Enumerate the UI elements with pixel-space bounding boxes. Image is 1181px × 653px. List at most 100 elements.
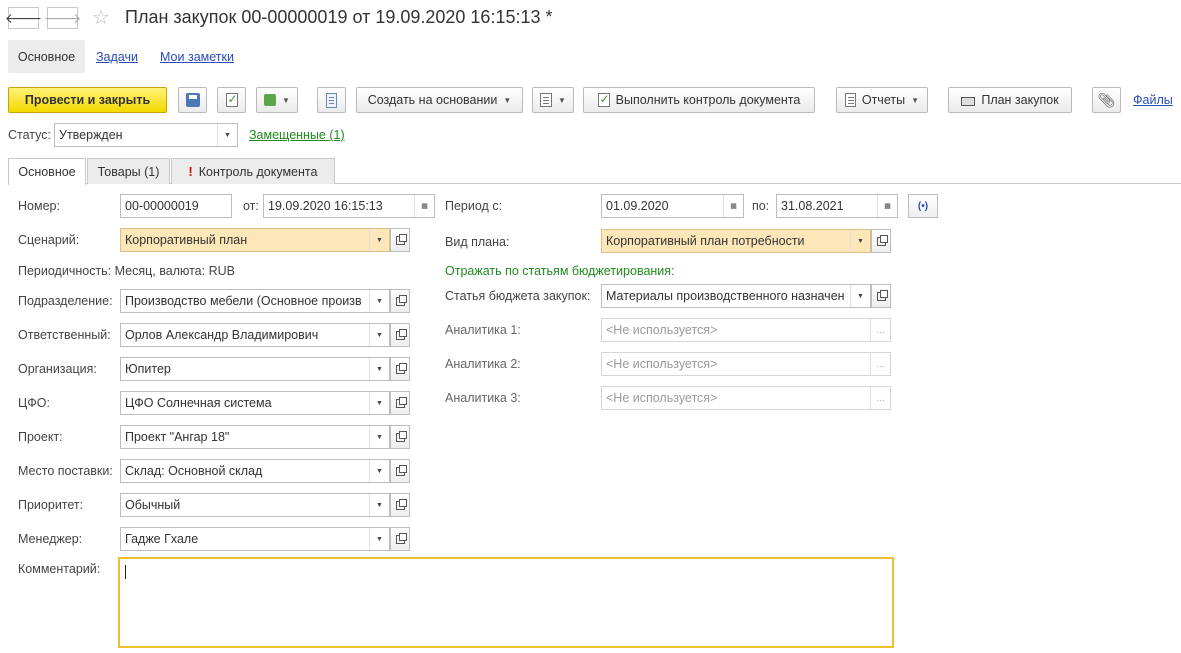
chevron-down-icon[interactable]: ▼ [850, 285, 870, 307]
periodicity-text: Периодичность: Месяц, валюта: RUB [18, 264, 235, 278]
responsible-open-button[interactable] [390, 323, 410, 347]
budget-item-value: Материалы производственного назначен [606, 289, 845, 303]
chevron-down-icon[interactable]: ▼ [369, 358, 389, 380]
section-tasks[interactable]: Задачи [96, 50, 138, 64]
delivery-open-button[interactable] [390, 459, 410, 483]
period-from-field[interactable]: 01.09.2020 ▦ [601, 194, 744, 218]
chevron-down-icon: ▼ [503, 95, 512, 105]
delivery-select[interactable]: Склад: Основной склад ▼ [120, 459, 390, 483]
calendar-icon[interactable]: ▦ [877, 195, 897, 217]
manager-open-button[interactable] [390, 527, 410, 551]
analytics2-field: <Не используется> ... [601, 352, 891, 376]
save-button[interactable] [178, 87, 207, 113]
open-icon [395, 396, 407, 408]
open-icon [876, 289, 888, 301]
files-link[interactable]: Файлы [1133, 93, 1173, 107]
delivery-value: Склад: Основной склад [125, 464, 263, 478]
ellipsis-icon: ... [870, 319, 890, 341]
text-cursor [125, 565, 126, 579]
period-select-button[interactable]: (•) [908, 194, 938, 218]
date-field[interactable]: 19.09.2020 16:15:13 ▦ [263, 194, 435, 218]
organization-select[interactable]: Юпитер ▼ [120, 357, 390, 381]
page-title: План закупок 00-00000019 от 19.09.2020 1… [125, 7, 553, 27]
period-from-label: Период с: [445, 199, 503, 213]
copy-icon [264, 94, 277, 106]
structure-menu-button[interactable]: ▼ [532, 87, 574, 113]
section-main[interactable]: Основное [8, 40, 85, 73]
attach-button[interactable]: 📎︎ [1092, 87, 1121, 113]
period-to-label: по: [752, 199, 770, 213]
tab-main[interactable]: Основное [8, 158, 86, 185]
check-document-button[interactable]: Выполнить контроль документа [583, 87, 815, 113]
warning-icon: ! [188, 164, 193, 179]
responsible-select[interactable]: Орлов Александр Владимирович ▼ [120, 323, 390, 347]
analytics2-label: Аналитика 2: [445, 357, 521, 371]
document-structure-icon [540, 93, 553, 107]
chevron-down-icon[interactable]: ▼ [850, 230, 870, 252]
priority-select[interactable]: Обычный ▼ [120, 493, 390, 517]
period-to-value: 31.08.2021 [781, 199, 844, 213]
period-to-field[interactable]: 31.08.2021 ▦ [776, 194, 898, 218]
project-value: Проект "Ангар 18" [125, 430, 230, 444]
purchase-plan-label: План закупок [981, 93, 1059, 107]
project-select[interactable]: Проект "Ангар 18" ▼ [120, 425, 390, 449]
scenario-select[interactable]: Корпоративный план ▼ [120, 228, 390, 252]
status-label: Статус: [8, 128, 51, 142]
print-purchase-plan-button[interactable]: План закупок [948, 87, 1072, 113]
chevron-down-icon[interactable]: ▼ [369, 290, 389, 312]
post-and-close-button[interactable]: Провести и закрыть [8, 87, 167, 113]
organization-open-button[interactable] [390, 357, 410, 381]
printer-icon [961, 97, 976, 106]
post-button[interactable] [217, 87, 246, 113]
department-open-button[interactable] [390, 289, 410, 313]
tab-document-control[interactable]: ! Контроль документа [171, 158, 335, 184]
create-based-on-button[interactable]: Создать на основании ▼ [356, 87, 523, 113]
tab-document-control-label: Контроль документа [198, 164, 318, 179]
reports-button[interactable]: Отчеты ▼ [836, 87, 928, 113]
cfo-select[interactable]: ЦФО Солнечная система ▼ [120, 391, 390, 415]
calendar-icon[interactable]: ▦ [723, 195, 743, 217]
chevron-down-icon[interactable]: ▼ [369, 392, 389, 414]
copy-menu-button[interactable]: ▼ [256, 87, 298, 113]
analytics1-label: Аналитика 1: [445, 323, 521, 337]
scenario-open-button[interactable] [390, 228, 410, 252]
manager-select[interactable]: Гадже Гхале ▼ [120, 527, 390, 551]
back-button[interactable]: 🡐 [5, 7, 42, 29]
plan-type-open-button[interactable] [871, 229, 891, 253]
budget-item-label: Статья бюджета закупок: [445, 289, 591, 303]
chevron-down-icon[interactable]: ▼ [369, 528, 389, 550]
status-select[interactable]: Утвержден ▼ [54, 123, 238, 147]
budget-item-open-button[interactable] [871, 284, 891, 308]
chevron-down-icon[interactable]: ▼ [369, 460, 389, 482]
department-select[interactable]: Производство мебели (Основное произв ▼ [120, 289, 390, 313]
chevron-down-icon[interactable]: ▼ [369, 229, 389, 251]
budget-item-select[interactable]: Материалы производственного назначен ▼ [601, 284, 871, 308]
project-open-button[interactable] [390, 425, 410, 449]
priority-open-button[interactable] [390, 493, 410, 517]
responsible-label: Ответственный: [18, 328, 111, 342]
chevron-down-icon[interactable]: ▼ [369, 324, 389, 346]
tab-goods[interactable]: Товары (1) [87, 158, 170, 184]
star-icon[interactable]: ☆ [92, 5, 110, 30]
replaced-link[interactable]: Замещенные (1) [249, 128, 345, 142]
chevron-down-icon[interactable]: ▼ [217, 124, 237, 146]
status-value: Утвержден [59, 128, 123, 142]
scenario-value: Корпоративный план [125, 233, 248, 247]
calendar-icon[interactable]: ▦ [414, 195, 434, 217]
chevron-down-icon[interactable]: ▼ [369, 494, 389, 516]
comment-textarea[interactable] [118, 557, 894, 648]
open-icon [395, 464, 407, 476]
analytics3-field: <Не используется> ... [601, 386, 891, 410]
section-notes[interactable]: Мои заметки [160, 50, 234, 64]
priority-value: Обычный [125, 498, 181, 512]
chevron-down-icon[interactable]: ▼ [369, 426, 389, 448]
cfo-open-button[interactable] [390, 391, 410, 415]
number-field[interactable]: 00-00000019 [120, 194, 232, 218]
open-icon [395, 294, 407, 306]
plan-type-select[interactable]: Корпоративный план потребности ▼ [601, 229, 871, 253]
forward-button[interactable]: 🡒 [44, 7, 81, 29]
journal-button[interactable] [317, 87, 346, 113]
chevron-down-icon: ▼ [282, 95, 290, 105]
scenario-label: Сценарий: [18, 233, 80, 247]
delivery-label: Место поставки: [18, 464, 113, 478]
